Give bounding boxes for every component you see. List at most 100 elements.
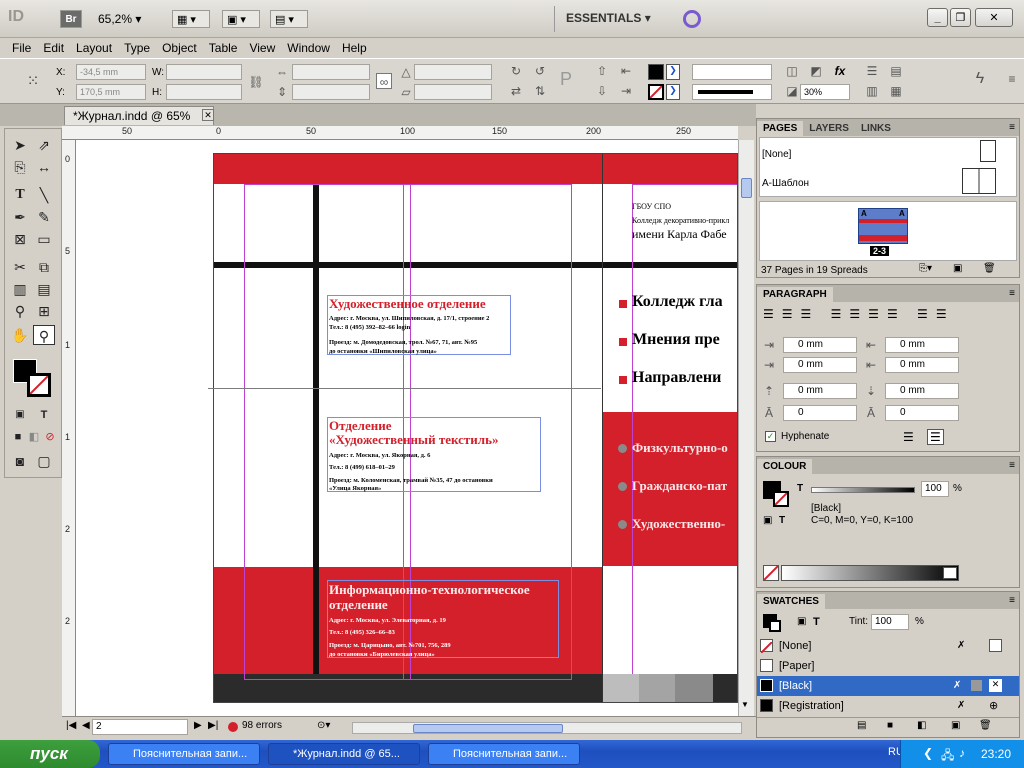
colour-ramp[interactable]: [781, 565, 959, 581]
horizontal-scrollbar[interactable]: [352, 722, 742, 734]
apply-none-icon[interactable]: ⊘: [39, 427, 61, 447]
scale-y-field[interactable]: [292, 84, 370, 100]
view-options-button[interactable]: ▦ ▾: [172, 10, 210, 28]
drop-cap-lines-field[interactable]: 0: [783, 405, 857, 421]
alignment-buttons[interactable]: ☰☰☰ ☰☰☰☰ ☰☰: [763, 307, 955, 321]
swatch-stroke-indicator[interactable]: [769, 620, 781, 632]
h-field[interactable]: [166, 84, 242, 100]
screen-mode-button[interactable]: ▣ ▾: [222, 10, 260, 28]
stroke-swatch[interactable]: [648, 84, 664, 100]
formatting-text-icon[interactable]: T: [813, 616, 820, 628]
scroll-down-icon[interactable]: ▼: [741, 700, 749, 709]
page-number-field[interactable]: 2: [92, 719, 188, 735]
text-frame-dept1[interactable]: Художественное отделение Адрес: г. Москв…: [327, 295, 511, 355]
clock[interactable]: 23:20: [981, 747, 1011, 761]
show-colors-icon[interactable]: ■: [887, 720, 893, 731]
menu-edit[interactable]: Edit: [37, 41, 70, 55]
menu-object[interactable]: Object: [156, 41, 203, 55]
justify-center-icon[interactable]: ☰: [849, 307, 868, 321]
constrain-proportions-icon[interactable]: ⛓: [248, 74, 264, 90]
spread-thumbnail[interactable]: A A: [858, 208, 908, 244]
first-line-indent-field[interactable]: 0 mm: [783, 357, 857, 373]
measure-tool-icon[interactable]: ⊞: [33, 301, 55, 321]
align-left-icon[interactable]: ☰: [763, 307, 782, 321]
hyphenate-checkbox[interactable]: ✓: [765, 431, 776, 442]
master-spread-thumb[interactable]: [962, 168, 996, 194]
ruler-guide[interactable]: [208, 388, 601, 389]
scissors-tool-icon[interactable]: ✂: [9, 257, 31, 277]
w-field[interactable]: [166, 64, 242, 80]
trash-icon[interactable]: 🗑: [983, 263, 996, 274]
page-spread[interactable]: Художественное отделение Адрес: г. Москв…: [213, 153, 738, 703]
right-indent-field[interactable]: 0 mm: [885, 337, 959, 353]
zoom-tool-icon[interactable]: ⚲: [33, 325, 55, 345]
swatch-row[interactable]: [None] ✗: [757, 636, 1019, 656]
eyedropper-tool-icon[interactable]: ⚲: [9, 301, 31, 321]
new-page-icon[interactable]: ▣: [953, 263, 962, 274]
menu-window[interactable]: Window: [281, 41, 336, 55]
fill-dropdown[interactable]: ❯: [666, 64, 680, 80]
tray-back-icon[interactable]: ❮: [923, 746, 933, 760]
minimize-button[interactable]: _: [927, 8, 948, 27]
prev-page-icon[interactable]: ◀: [82, 720, 90, 731]
preview-mode-icon[interactable]: ▢: [33, 451, 55, 471]
type-tool-icon[interactable]: T: [9, 185, 31, 205]
close-button[interactable]: ✕: [975, 8, 1013, 27]
horizontal-ruler[interactable]: 50 0 50 100 150 200 250: [62, 126, 738, 140]
panel-menu-icon[interactable]: ≡: [1009, 122, 1015, 133]
gradient-swatch-tool-icon[interactable]: ▥: [9, 279, 31, 299]
menu-table[interactable]: Table: [203, 41, 244, 55]
formatting-container-icon[interactable]: ▣: [797, 616, 806, 627]
justify-left-icon[interactable]: ☰: [831, 307, 850, 321]
drop-shadow-icon[interactable]: ◫: [784, 63, 800, 79]
baseline-grid-off-icon[interactable]: ☰: [903, 430, 914, 444]
colour-stroke-swatch[interactable]: [773, 491, 789, 507]
flip-vertical-icon[interactable]: ⇅: [532, 83, 548, 99]
panel-menu-icon[interactable]: ≡: [1004, 71, 1020, 87]
line-tool-icon[interactable]: ╲: [33, 185, 55, 205]
text-wrap-none-icon[interactable]: ☰: [864, 63, 880, 79]
scroll-thumb[interactable]: [741, 178, 752, 198]
reference-point-icon[interactable]: ⁙: [22, 71, 44, 93]
tab-swatches[interactable]: SWATCHES: [757, 594, 825, 609]
panel-menu-icon[interactable]: ≡: [1009, 288, 1015, 299]
show-gradients-icon[interactable]: ◧: [917, 720, 926, 731]
text-frame-dept2[interactable]: Отделение «Художественный текстиль» Адре…: [327, 417, 541, 492]
align-away-spine-icon[interactable]: ☰: [936, 307, 955, 321]
menu-help[interactable]: Help: [336, 41, 373, 55]
align-right-icon[interactable]: ☰: [801, 307, 820, 321]
x-field[interactable]: -34,5 mm: [76, 64, 146, 80]
opacity-field[interactable]: 30%: [800, 84, 850, 100]
stroke-color-icon[interactable]: [27, 373, 51, 397]
baseline-grid-on-icon[interactable]: ☰: [927, 429, 944, 445]
menu-view[interactable]: View: [243, 41, 281, 55]
none-swatch[interactable]: [763, 565, 779, 581]
text-frame-dept3[interactable]: Информационно-технологическое отделение …: [327, 580, 559, 658]
chain-link-icon[interactable]: ∞: [376, 73, 392, 89]
page-tool-icon[interactable]: ⎘: [9, 157, 31, 177]
gap-tool-icon[interactable]: ↔: [33, 157, 55, 177]
preflight-errors[interactable]: 98 errors: [242, 720, 282, 731]
space-before-field[interactable]: 0 mm: [783, 383, 857, 399]
menu-file[interactable]: File: [6, 41, 37, 55]
align-spine-icon[interactable]: ☰: [917, 307, 936, 321]
taskbar-item-word-2[interactable]: Пояснительная запи...: [428, 743, 580, 765]
left-indent-field[interactable]: 0 mm: [783, 337, 857, 353]
stroke-type-field[interactable]: [692, 84, 772, 100]
vertical-scrollbar[interactable]: ▼: [738, 140, 754, 716]
justify-all-icon[interactable]: ☰: [887, 307, 906, 321]
drop-cap-chars-field[interactable]: 0: [885, 405, 959, 421]
hand-tool-icon[interactable]: ✋: [9, 325, 31, 345]
last-line-indent-field[interactable]: 0 mm: [885, 357, 959, 373]
first-page-icon[interactable]: |◀: [66, 720, 76, 731]
show-all-icon[interactable]: ▤: [857, 720, 866, 731]
space-after-field[interactable]: 0 mm: [885, 383, 959, 399]
shadow-icon[interactable]: ◩: [808, 63, 824, 79]
text-wrap-shape-icon[interactable]: ▥: [864, 83, 880, 99]
panel-menu-icon[interactable]: ≡: [1009, 460, 1015, 471]
swatch-row[interactable]: [Paper]: [757, 656, 1019, 676]
effects-fx-icon[interactable]: fx: [832, 63, 848, 79]
swatch-row-selected[interactable]: [Black] ✗ ✕: [757, 676, 1019, 696]
scale-x-field[interactable]: [292, 64, 370, 80]
rectangle-frame-tool-icon[interactable]: ⊠: [9, 229, 31, 249]
